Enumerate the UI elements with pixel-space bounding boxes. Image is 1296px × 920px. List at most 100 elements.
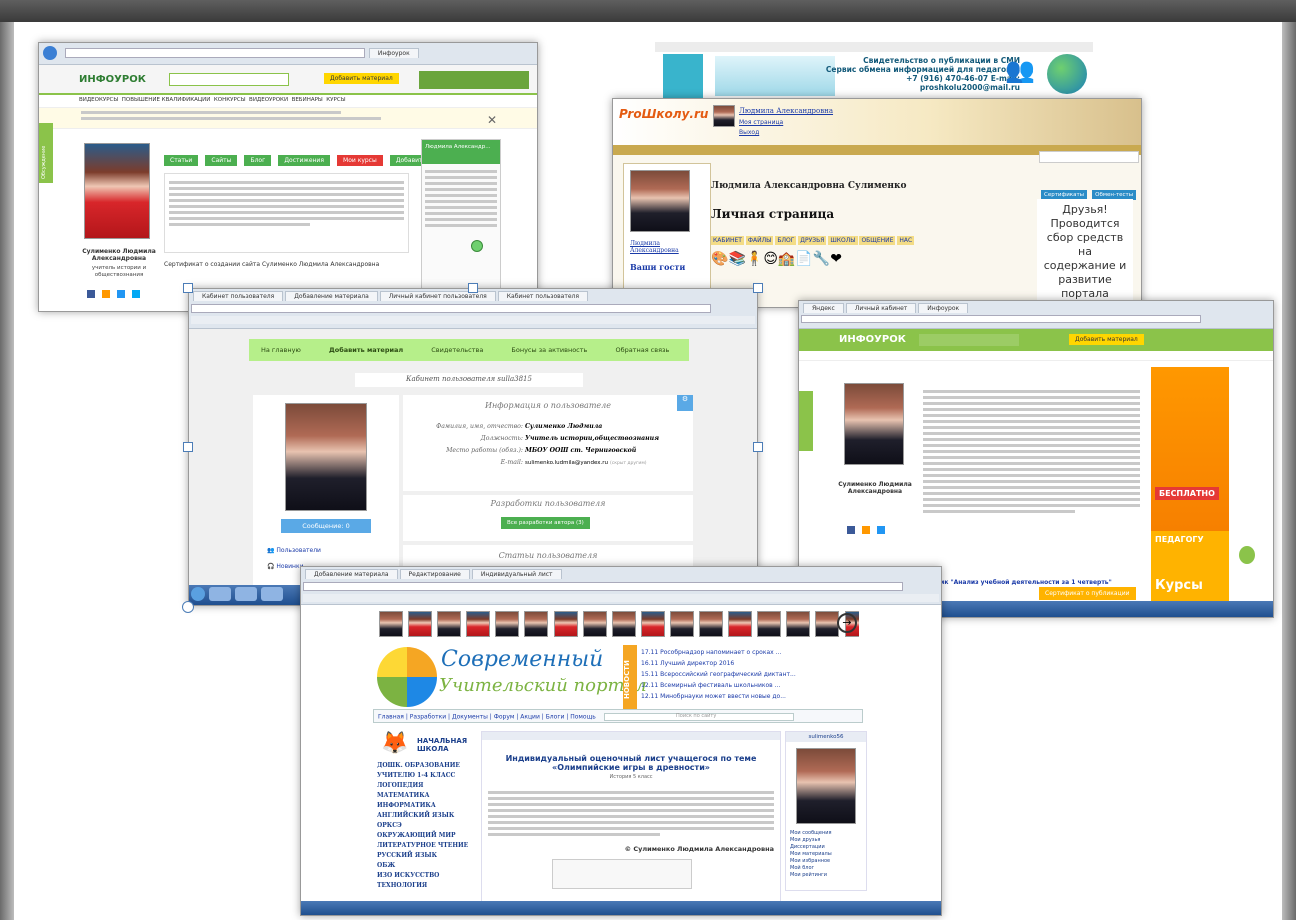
left-nav-item[interactable]: ДОШК. ОБРАЗОВАНИЕ xyxy=(377,761,477,771)
heart-icon[interactable]: ❤ xyxy=(830,251,842,267)
left-nav-item[interactable]: ОКРУЖАЮЩИЙ МИР xyxy=(377,831,477,841)
avatar[interactable] xyxy=(699,611,724,637)
left-nav-item[interactable]: ТЕХНОЛОГИЯ xyxy=(377,881,477,891)
vk-icon[interactable] xyxy=(87,290,95,298)
browser-tab[interactable]: Инфоурок xyxy=(368,47,419,58)
document-icon[interactable]: 📄 xyxy=(795,251,812,267)
avatar[interactable] xyxy=(611,611,636,637)
right-link[interactable]: Мои избранное xyxy=(790,858,866,865)
tab-schools[interactable]: ШКОЛЫ xyxy=(828,236,858,245)
avatar[interactable] xyxy=(408,611,433,637)
browser-tab[interactable]: Добавление материала xyxy=(305,569,398,579)
resize-handle[interactable] xyxy=(183,442,193,452)
courses-button[interactable]: Мои курсы xyxy=(337,155,383,166)
browser-tab[interactable]: Яндекс xyxy=(803,303,844,313)
avatar[interactable] xyxy=(495,611,520,637)
feedback-tab[interactable]: Обсуждение xyxy=(39,123,53,183)
certificate-badge[interactable]: Сертификат о публикации xyxy=(1039,587,1136,600)
resize-handle[interactable] xyxy=(183,283,193,293)
back-icon[interactable] xyxy=(43,46,57,60)
twitter-icon[interactable] xyxy=(132,290,141,298)
right-link[interactable]: Мои сообщения xyxy=(790,830,866,837)
news-item[interactable]: 12.11 Минобрнауки может ввести новые до.… xyxy=(641,691,851,702)
left-nav-item[interactable]: ЛОГОПЕДИЯ xyxy=(377,781,477,791)
resize-handle[interactable] xyxy=(753,442,763,452)
avatar[interactable] xyxy=(640,611,665,637)
message-button[interactable]: Сообщение: 0 xyxy=(281,519,371,533)
taskbar-app[interactable] xyxy=(235,587,257,601)
news-item[interactable]: 17.11 Рособрнадзор напоминает о сроках .… xyxy=(641,647,851,658)
browser-tab[interactable]: Редактирование xyxy=(399,569,470,579)
avatar[interactable] xyxy=(728,611,753,637)
new-link[interactable]: 🎧 Новинки xyxy=(267,563,303,570)
left-nav-item[interactable]: ЛИТЕРАТУРНОЕ ЧТЕНИЕ xyxy=(377,841,477,851)
my-page-link[interactable]: Моя страница xyxy=(739,119,783,126)
fb-icon[interactable] xyxy=(877,526,886,534)
search-input[interactable] xyxy=(169,73,289,86)
portal-menu-items[interactable]: Главная | Разработки | Документы | Форум… xyxy=(378,714,596,721)
left-nav-item[interactable]: ОРКСЭ xyxy=(377,821,477,831)
tab-cabinet[interactable]: КАБИНЕТ xyxy=(711,236,744,245)
avatar[interactable] xyxy=(466,611,491,637)
browser-tab[interactable]: Кабинет пользователя xyxy=(497,291,588,301)
taskbar-app[interactable] xyxy=(261,587,283,601)
news-item[interactable]: 12.11 Всемирный фестиваль школьников ... xyxy=(641,680,851,691)
browser-tab[interactable]: Инфоурок xyxy=(918,303,969,313)
address-bar[interactable] xyxy=(64,48,365,58)
rotate-handle[interactable] xyxy=(471,240,483,252)
left-nav-item[interactable]: УЧИТЕЛЮ 1-4 КЛАСС xyxy=(377,771,477,781)
search-input[interactable] xyxy=(919,334,1019,346)
left-nav-item[interactable]: МАТЕМАТИКА xyxy=(377,791,477,801)
add-material-button[interactable]: Добавить материал xyxy=(324,73,399,84)
school-icon[interactable]: 🏫 xyxy=(778,251,795,267)
nav-add-material[interactable]: Добавить материал xyxy=(329,346,403,354)
avatar[interactable] xyxy=(524,611,549,637)
avatar[interactable] xyxy=(553,611,578,637)
resize-handle[interactable] xyxy=(468,283,478,293)
right-link[interactable]: Мои рейтинги xyxy=(790,872,866,879)
address-bar[interactable] xyxy=(191,304,711,313)
nav-home[interactable]: На главную xyxy=(261,346,301,354)
promo-banner[interactable]: БЕСПЛАТНО xyxy=(1151,367,1229,557)
menu-item[interactable]: КУРСЫ xyxy=(326,97,345,103)
avatar[interactable] xyxy=(786,611,811,637)
right-link[interactable]: Мои друзья xyxy=(790,837,866,844)
menu-item[interactable]: ВЕБИНАРЫ xyxy=(292,97,323,103)
edit-icon[interactable]: ⚙ xyxy=(677,395,693,411)
taskbar-app[interactable] xyxy=(209,587,231,601)
nav-bonuses[interactable]: Бонусы за активность xyxy=(511,346,587,354)
browser-tab[interactable]: Индивидуальный лист xyxy=(471,569,562,579)
resize-handle[interactable] xyxy=(182,601,194,613)
close-icon[interactable]: ✕ xyxy=(487,113,497,127)
address-bar[interactable] xyxy=(303,582,903,591)
tab-communication[interactable]: ОБЩЕНИЕ xyxy=(859,236,896,245)
wrench-icon[interactable]: 🔧 xyxy=(813,251,830,267)
logout-link[interactable]: Выход xyxy=(739,129,759,136)
tab-friends[interactable]: ДРУЗЬЯ xyxy=(798,236,827,245)
avatar[interactable] xyxy=(757,611,782,637)
nav-certificates[interactable]: Свидетельства xyxy=(431,346,483,354)
left-nav-item[interactable]: ИНФОРМАТИКА xyxy=(377,801,477,811)
add-material-button[interactable]: Добавить материал xyxy=(1069,334,1144,345)
browser-tab[interactable]: Личный кабинет xyxy=(845,303,917,313)
ok-icon[interactable] xyxy=(102,290,111,298)
person-icon[interactable]: 🧍 xyxy=(746,251,763,267)
bottom-link[interactable]: Учебник "Анализ учебной деятельности за … xyxy=(919,579,1112,586)
browser-tab[interactable]: Добавление материала xyxy=(285,291,378,301)
right-link[interactable]: Диссертации xyxy=(790,844,866,851)
news-item[interactable]: 15.11 Всероссийский географический дикта… xyxy=(641,669,851,680)
articles-button[interactable]: Статьи xyxy=(164,155,199,166)
avatar[interactable] xyxy=(437,611,462,637)
left-nav-item[interactable]: АНГЛИЙСКИЙ ЯЗЫК xyxy=(377,811,477,821)
smile-icon[interactable]: 😊 xyxy=(763,251,778,267)
news-item[interactable]: 16.11 Лучший директор 2016 xyxy=(641,658,851,669)
blog-button[interactable]: Блог xyxy=(244,155,272,166)
feedback-tab[interactable] xyxy=(799,391,813,451)
tab-blog[interactable]: БЛОГ xyxy=(775,236,797,245)
avatar[interactable] xyxy=(815,611,840,637)
menu-item[interactable]: ВИДЕОУРОКИ xyxy=(249,97,288,103)
tab-files[interactable]: ФАЙЛЫ xyxy=(745,236,774,245)
proshkolu-left-link[interactable]: Людмила Александровна xyxy=(624,238,710,256)
left-nav-item[interactable]: ОБЖ xyxy=(377,861,477,871)
cabinet-icon[interactable]: 🎨 xyxy=(711,251,728,267)
